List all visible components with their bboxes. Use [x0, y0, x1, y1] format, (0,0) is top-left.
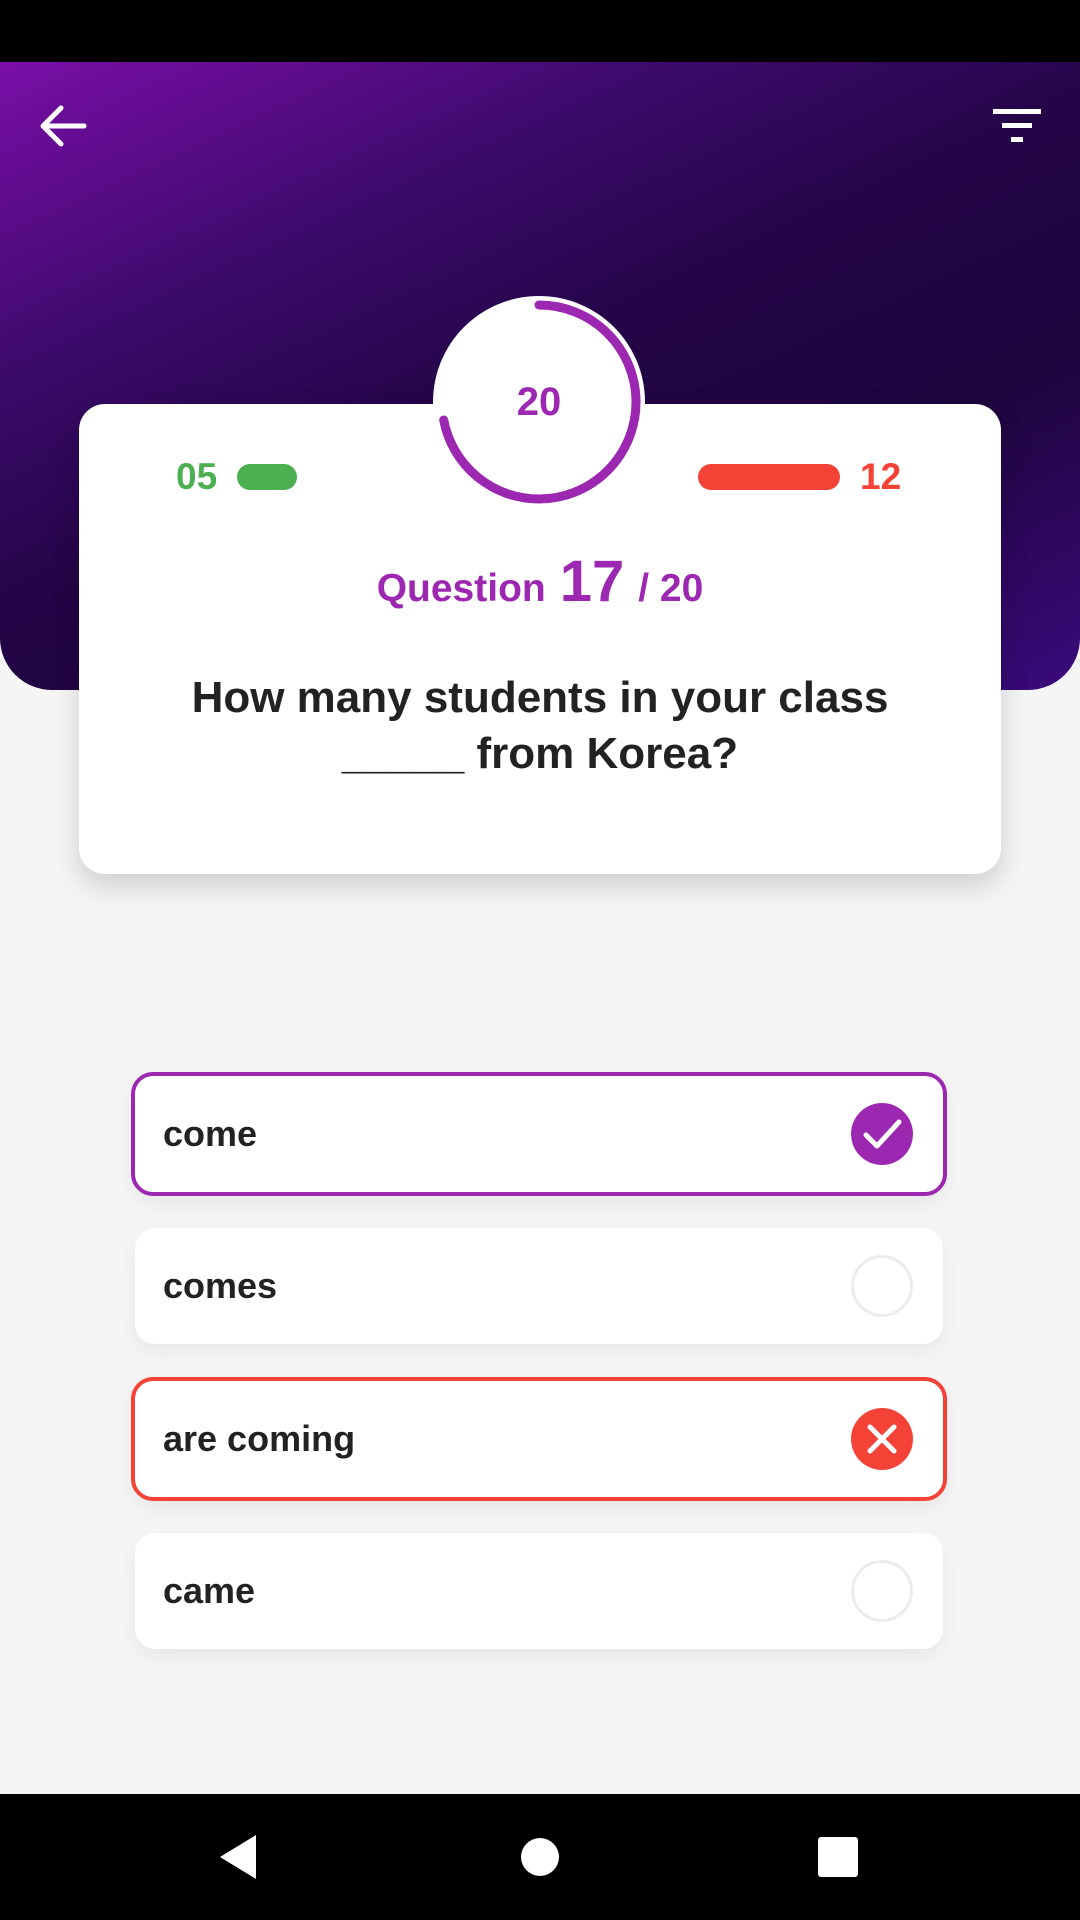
empty-circle-icon: [851, 1255, 913, 1317]
correct-progress-bar: [237, 464, 298, 490]
nav-back-button[interactable]: [175, 1794, 301, 1920]
question-number: 17: [559, 549, 625, 614]
correct-count: 05: [176, 456, 218, 497]
answer-option[interactable]: comes: [135, 1228, 943, 1344]
check-circle-icon: [851, 1103, 913, 1165]
option-label: came: [163, 1570, 256, 1611]
answer-option[interactable]: are coming: [131, 1377, 947, 1501]
x-circle-icon: [851, 1408, 913, 1470]
question-label: Question: [376, 567, 546, 610]
status-bar: [0, 0, 1080, 62]
option-label: comes: [163, 1265, 278, 1306]
nav-home-button[interactable]: [477, 1794, 603, 1920]
option-label: are coming: [163, 1418, 356, 1459]
empty-circle-icon: [851, 1560, 913, 1622]
correct-score: 05: [176, 456, 298, 497]
nav-home-icon: [521, 1838, 559, 1876]
option-label: come: [163, 1113, 258, 1154]
wrong-progress-bar: [698, 464, 840, 490]
timer-value: 20: [516, 379, 562, 424]
navigation-bar: [0, 1794, 1080, 1920]
question-total: / 20: [638, 567, 704, 610]
question-counter: Question 17 / 20: [0, 548, 1080, 615]
arrow-left-icon: [40, 105, 87, 147]
back-button[interactable]: [23, 86, 103, 166]
quiz-screen: 20 05 12 Question 17 / 20 How many stude…: [0, 0, 1080, 1920]
nav-back-icon: [220, 1835, 256, 1879]
question-text-line-2: _____ from Korea?: [341, 729, 739, 778]
countdown-timer: 20: [433, 296, 645, 508]
question-text: How many students in your class _____ fr…: [120, 670, 960, 782]
answer-option[interactable]: came: [135, 1533, 943, 1649]
wrong-score: 12: [698, 456, 902, 497]
nav-recents-button[interactable]: [775, 1794, 901, 1920]
answer-option[interactable]: come: [131, 1072, 947, 1196]
filter-icon: [993, 109, 1041, 142]
nav-recents-icon: [818, 1837, 858, 1877]
wrong-count: 12: [860, 456, 902, 497]
filter-button[interactable]: [977, 86, 1057, 166]
question-text-line-1: How many students in your class: [191, 673, 889, 722]
